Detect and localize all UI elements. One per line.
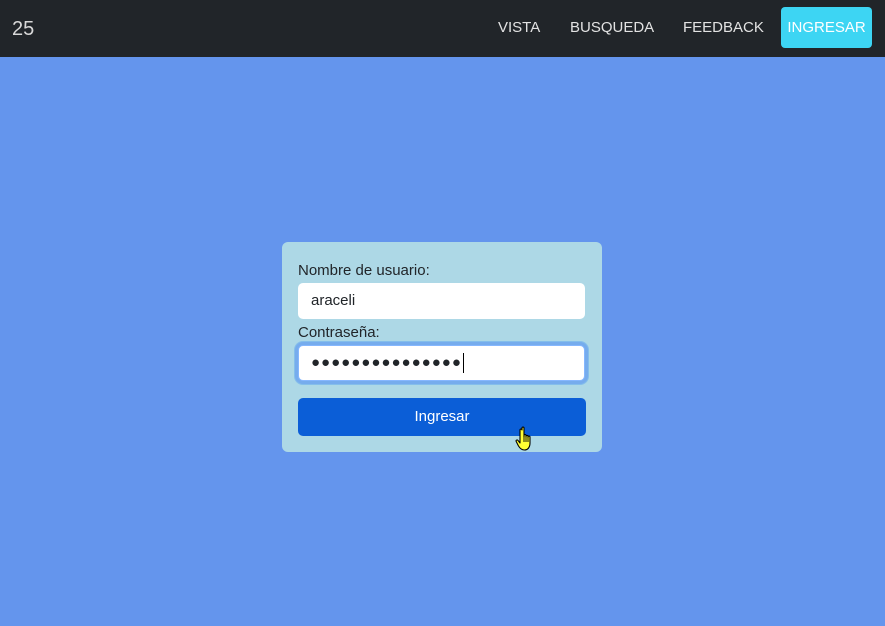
login-form: Nombre de usuario: araceli Contraseña: ●…	[282, 242, 602, 452]
username-label: Nombre de usuario:	[298, 262, 430, 279]
username-field[interactable]: araceli	[298, 283, 585, 319]
nav-ingresar-button[interactable]: INGRESAR	[781, 7, 872, 48]
hand-pointer-icon	[515, 426, 531, 451]
nav-link-busqueda[interactable]: BUSQUEDA	[570, 19, 654, 37]
nav-link-vista[interactable]: VISTA	[498, 19, 540, 37]
text-caret	[462, 353, 464, 374]
top-navbar: 25 VISTA BUSQUEDA FEEDBACK INGRESAR	[0, 0, 885, 57]
nav-link-feedback[interactable]: FEEDBACK	[683, 19, 764, 37]
password-label: Contraseña:	[298, 324, 380, 341]
username-value: araceli	[311, 292, 356, 309]
login-submit-button[interactable]: Ingresar	[298, 398, 586, 436]
navbar-brand[interactable]: 25	[12, 17, 34, 41]
password-masked-value: ●●●●●●●●●●●●●●●	[311, 354, 462, 371]
password-field[interactable]: ●●●●●●●●●●●●●●●	[298, 345, 585, 381]
